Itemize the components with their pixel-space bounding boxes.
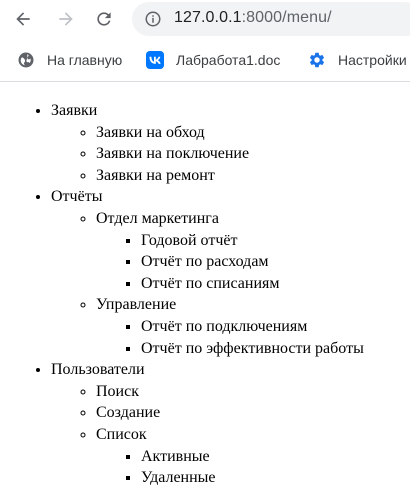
menu-item-requests-repair: Заявки на ремонт: [96, 165, 410, 187]
bookmark-label: Лабработа1.doc: [176, 52, 281, 68]
submenu-list: Активные Удаленные: [96, 446, 410, 489]
globe-icon: [18, 52, 34, 68]
menu-item-label: Отдел маркетинга: [96, 209, 219, 227]
menu-item-label: Поиск: [96, 382, 139, 400]
menu-item-users: Пользователи Поиск Создание Список Актив…: [51, 359, 410, 489]
menu-item-label: Список: [96, 425, 147, 443]
submenu-list: Отдел маркетинга Годовой отчёт Отчёт по …: [51, 208, 410, 359]
arrow-right-icon: [59, 12, 73, 26]
menu-item-reports: Отчёты Отдел маркетинга Годовой отчёт От…: [51, 186, 410, 359]
menu-item-writeoffs-report: Отчёт по списаниям: [141, 273, 410, 295]
menu-item-management: Управление Отчёт по подключениям Отчёт п…: [96, 294, 410, 359]
menu-item-label: Управление: [96, 296, 177, 314]
menu-item-label: Отчёты: [51, 188, 103, 206]
menu-item-label: Заявки на ремонт: [96, 166, 215, 184]
menu-item-requests-connection: Заявки на поключение: [96, 143, 410, 165]
menu-item-efficiency-report: Отчёт по эффективности работы: [141, 338, 410, 360]
menu-item-label: Отчёт по подключениям: [141, 317, 308, 335]
menu-item-users-active: Активные: [141, 446, 410, 468]
bookmarks-bar: На главную Лабработа1.doc Настройки: [0, 38, 410, 82]
url-text[interactable]: 127.0.0.1:8000/menu/: [174, 9, 332, 27]
menu-item-label: Создание: [96, 404, 161, 422]
menu-item-annual-report: Годовой отчёт: [141, 230, 410, 252]
menu-item-users-search: Поиск: [96, 381, 410, 403]
bookmark-document[interactable]: Лабработа1.doc: [146, 48, 280, 72]
gear-icon: [309, 52, 325, 68]
menu-item-requests: Заявки Заявки на обход Заявки на поключе…: [51, 100, 410, 186]
menu-item-connections-report: Отчёт по подключениям: [141, 316, 410, 338]
menu-item-label: Заявки на поключение: [96, 145, 250, 163]
arrow-left-icon: [16, 12, 30, 26]
menu-item-users-create: Создание: [96, 402, 410, 424]
menu-item-expenses-report: Отчёт по расходам: [141, 251, 410, 273]
vk-icon: [146, 51, 164, 69]
reload-button[interactable]: [90, 5, 118, 33]
menu-item-label: Пользователи: [51, 361, 145, 379]
menu-list: Заявки Заявки на обход Заявки на поключе…: [0, 100, 410, 489]
address-bar[interactable]: 127.0.0.1:8000/menu/: [132, 2, 410, 36]
submenu-list: Отчёт по подключениям Отчёт по эффективн…: [96, 316, 410, 359]
menu-item-users-list: Список Активные Удаленные: [96, 424, 410, 489]
menu-item-label: Отчёт по расходам: [141, 253, 269, 271]
bookmark-label: На главную: [47, 52, 123, 68]
submenu-list: Поиск Создание Список Активные Удаленные: [51, 381, 410, 489]
page-content: Заявки Заявки на обход Заявки на поключе…: [0, 100, 410, 489]
menu-item-label: Заявки: [51, 102, 98, 119]
info-icon[interactable]: [144, 10, 162, 28]
bookmark-home[interactable]: На главную: [17, 48, 122, 72]
menu-item-label: Годовой отчёт: [141, 231, 238, 249]
bookmark-label: Настройки: [338, 52, 407, 68]
back-button[interactable]: [9, 5, 37, 33]
menu-item-label: Заявки на обход: [96, 123, 205, 141]
url-path: :8000/menu/: [241, 9, 332, 26]
reload-icon: [97, 12, 111, 26]
submenu-list: Годовой отчёт Отчёт по расходам Отчёт по…: [96, 230, 410, 295]
browser-toolbar: 127.0.0.1:8000/menu/: [0, 0, 410, 38]
menu-item-label: Активные: [141, 447, 210, 465]
menu-item-requests-bypass: Заявки на обход: [96, 122, 410, 144]
menu-item-marketing: Отдел маркетинга Годовой отчёт Отчёт по …: [96, 208, 410, 294]
bookmark-settings[interactable]: Настройки: [308, 48, 407, 72]
url-host: 127.0.0.1: [174, 9, 242, 26]
forward-button[interactable]: [52, 5, 80, 33]
menu-item-label: Отчёт по списаниям: [141, 274, 280, 292]
menu-item-users-deleted: Удаленные: [141, 467, 410, 489]
menu-item-label: Отчёт по эффективности работы: [141, 339, 364, 357]
submenu-list: Заявки на обход Заявки на поключение Зая…: [51, 122, 410, 187]
menu-item-label: Удаленные: [141, 469, 216, 487]
